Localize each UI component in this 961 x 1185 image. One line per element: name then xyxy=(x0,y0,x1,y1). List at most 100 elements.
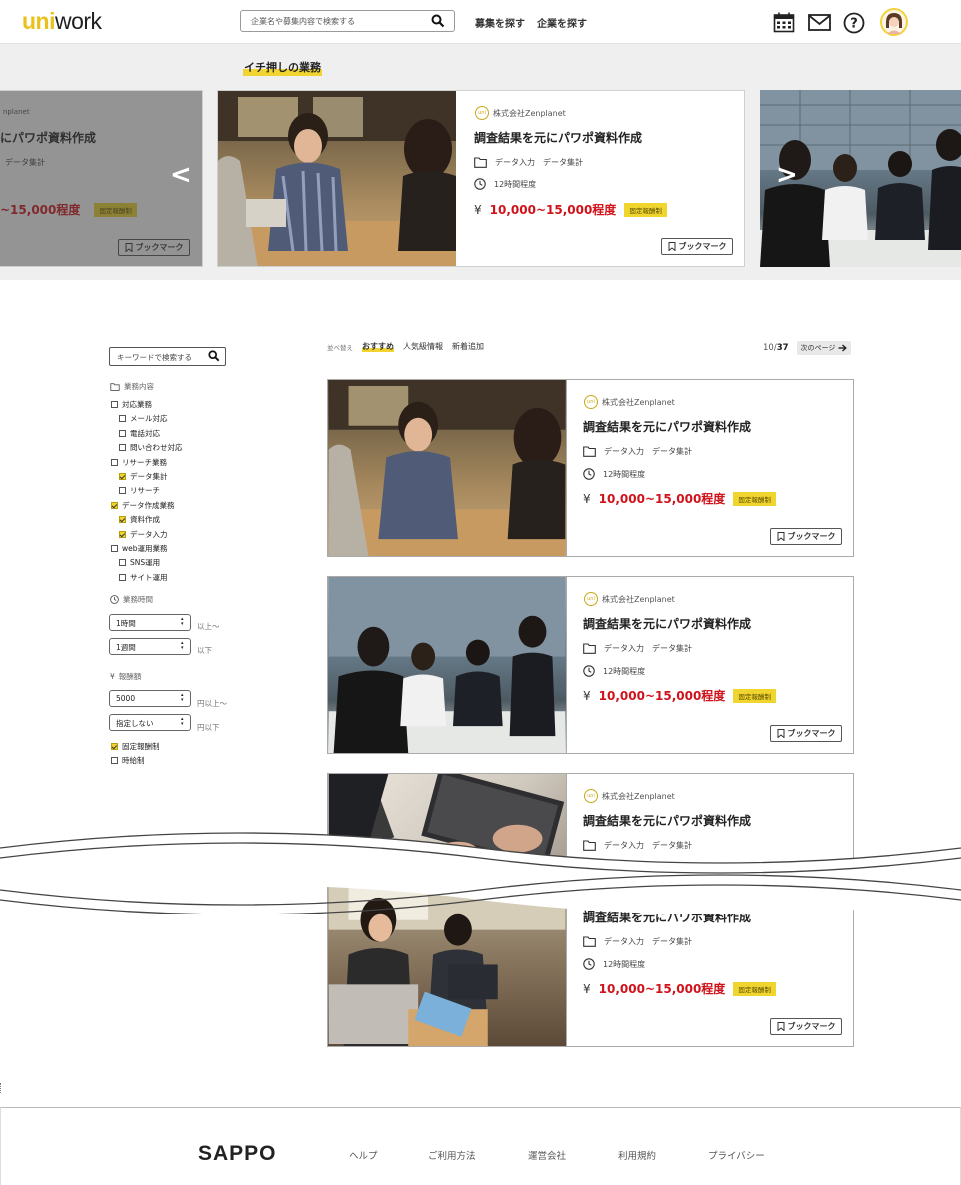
pay-type-checkbox[interactable]: 時給制 xyxy=(111,755,145,766)
sort-newest[interactable]: 新着追加 xyxy=(452,341,484,352)
company-name: nplanet xyxy=(3,108,30,116)
bookmark-button[interactable]: ブックマーク xyxy=(770,725,842,742)
category-checkbox[interactable]: データ集計 xyxy=(119,471,168,482)
time-min-select[interactable]: 1時間 xyxy=(109,614,191,631)
next-page-button[interactable]: 次のページ xyxy=(796,341,852,355)
arrow-right-icon xyxy=(838,344,848,352)
bookmark-button[interactable]: ブックマーク xyxy=(770,1018,842,1035)
divider xyxy=(0,1083,2,1093)
bookmark-button[interactable]: ブックマーク xyxy=(118,239,190,256)
uniwork-logo[interactable]: uniwork xyxy=(22,8,102,35)
checkbox-checked[interactable] xyxy=(119,473,126,480)
folder-icon xyxy=(474,157,487,168)
work-time-heading: 業務時間 xyxy=(110,594,153,605)
checkbox[interactable] xyxy=(119,559,126,567)
sort-popular[interactable]: 人気級情報 xyxy=(403,341,443,352)
job-categories: データ入力 データ集計 xyxy=(583,936,692,947)
checkbox-checked[interactable] xyxy=(119,516,126,524)
clock-icon xyxy=(474,178,486,190)
footer-link-help[interactable]: ヘルプ xyxy=(349,1148,378,1162)
checkbox[interactable] xyxy=(111,401,118,408)
checkbox[interactable] xyxy=(111,545,118,552)
job-title[interactable]: 調査結果を元にパワポ資料作成 xyxy=(583,812,751,829)
nav-find-jobs[interactable]: 募集を探す xyxy=(475,15,525,30)
bookmark-button[interactable]: ブックマーク xyxy=(770,528,842,545)
work-content-heading: 業務内容 xyxy=(110,381,154,392)
job-card[interactable]: uni株式会社Zenplanet 調査結果を元にパワポ資料作成データ入力データ集計… xyxy=(327,576,854,754)
category-checkbox[interactable]: web運用業務 xyxy=(111,543,168,554)
sappo-logo[interactable]: SAPPO xyxy=(198,1142,277,1166)
category-checkbox[interactable]: データ入力 xyxy=(119,529,168,540)
checkbox[interactable] xyxy=(119,415,126,423)
checkbox[interactable] xyxy=(119,429,126,437)
folder-icon xyxy=(110,382,120,391)
company-logo-icon: uni xyxy=(584,592,598,606)
category-label: web運用業務 xyxy=(122,544,168,553)
job-card[interactable]: uni株式会社Zenplanet 調査結果を元にパワポ資料作成データ入力データ集計… xyxy=(327,379,854,557)
checkbox-checked[interactable] xyxy=(111,501,118,509)
header-search-input[interactable]: 企業名や募集内容で検索する xyxy=(240,10,455,32)
price: ~15,000程度 xyxy=(0,203,81,217)
search-icon[interactable] xyxy=(431,14,445,31)
keyword-placeholder: キーワードで検索する xyxy=(117,353,192,362)
checkbox-checked[interactable] xyxy=(119,530,126,538)
sort-recommended[interactable]: おすすめ xyxy=(362,341,394,352)
pay-min-select[interactable]: 5000 xyxy=(109,690,191,707)
category-checkbox[interactable]: データ作成業務 xyxy=(111,500,175,511)
category-checkbox[interactable]: サイト運用 xyxy=(119,572,168,583)
category-checkbox[interactable]: SNS運用 xyxy=(119,557,160,568)
footer-link-how-to-use[interactable]: ご利用方法 xyxy=(428,1148,476,1162)
mail-icon[interactable] xyxy=(808,14,831,34)
pagination: 10/37 次のページ xyxy=(763,341,852,355)
bookmark-button[interactable]: ブックマーク xyxy=(661,238,733,255)
calendar-icon[interactable] xyxy=(773,12,795,36)
nav-find-companies[interactable]: 企業を探す xyxy=(537,15,587,30)
bookmark-icon xyxy=(777,729,784,738)
job-time: 12時間程度 xyxy=(583,665,645,677)
job-title[interactable]: 調査結果を元にパワポ資料作成 xyxy=(583,615,751,632)
job-title[interactable]: 調査結果を元にパワポ資料作成 xyxy=(583,418,751,435)
footer-link-privacy[interactable]: プライバシー xyxy=(708,1148,765,1162)
checkbox[interactable] xyxy=(119,444,126,452)
checkbox[interactable] xyxy=(111,458,118,466)
pay-type-checkbox[interactable]: 固定報酬制 xyxy=(111,741,160,752)
checkbox-checked[interactable] xyxy=(111,743,118,750)
footer-link-company[interactable]: 運営会社 xyxy=(528,1148,566,1162)
checkbox[interactable] xyxy=(111,757,118,764)
featured-card-main[interactable]: uni 株式会社Zenplanet 調査結果を元にパワポ資料作成 データ入力 デ… xyxy=(217,90,745,267)
price-row: ¥10,000~15,000程度固定報酬制 xyxy=(583,490,776,507)
pay-max-select[interactable]: 指定しない xyxy=(109,714,191,731)
carousel-next-button[interactable]: > xyxy=(776,160,798,190)
divider xyxy=(566,380,567,556)
category-label: メール対応 xyxy=(130,414,168,424)
featured-section: イチ押しの業務 nplanet にパワポ資料作成 データ集計 ~15,000程度… xyxy=(0,44,961,280)
job-categories: データ入力 データ集計 xyxy=(583,446,692,457)
fixed-fee-badge: 固定報酬制 xyxy=(733,688,776,703)
avatar[interactable] xyxy=(880,8,908,36)
job-title[interactable]: 調査結果を元にパワポ資料作成 xyxy=(474,129,642,146)
site-footer: SAPPO ヘルプ ご利用方法 運営会社 利用規約 プライバシー xyxy=(0,1107,961,1185)
fixed-fee-badge: 固定報酬制 xyxy=(94,202,137,217)
category-label: 対応業務 xyxy=(122,400,152,409)
fixed-fee-badge: 固定報酬制 xyxy=(733,491,776,506)
time-max-select[interactable]: 1週間 xyxy=(109,638,191,655)
checkbox[interactable] xyxy=(119,573,126,581)
keyword-search-input[interactable]: キーワードで検索する xyxy=(109,347,226,366)
category-checkbox[interactable]: 資料作成 xyxy=(119,514,160,525)
checkbox[interactable] xyxy=(119,487,126,495)
pay-min-suffix: 円以上〜 xyxy=(197,699,227,708)
category-checkbox[interactable]: 問い合わせ対応 xyxy=(119,442,183,453)
search-icon[interactable] xyxy=(208,350,220,365)
category-checkbox[interactable]: 電話対応 xyxy=(119,428,160,439)
svg-text:?: ? xyxy=(850,17,858,32)
job-time: 12時間程度 xyxy=(583,958,645,970)
category-checkbox[interactable]: 対応業務 xyxy=(111,399,152,410)
category-checkbox[interactable]: メール対応 xyxy=(119,413,168,424)
time-min-suffix: 以上〜 xyxy=(197,622,220,631)
help-icon[interactable]: ? xyxy=(843,12,865,37)
footer-link-terms[interactable]: 利用規約 xyxy=(618,1148,656,1162)
carousel-prev-button[interactable]: < xyxy=(170,160,192,190)
category-checkbox[interactable]: リサーチ業務 xyxy=(111,457,167,468)
company-logo-icon: uni xyxy=(584,395,598,409)
category-checkbox[interactable]: リサーチ xyxy=(119,485,160,496)
